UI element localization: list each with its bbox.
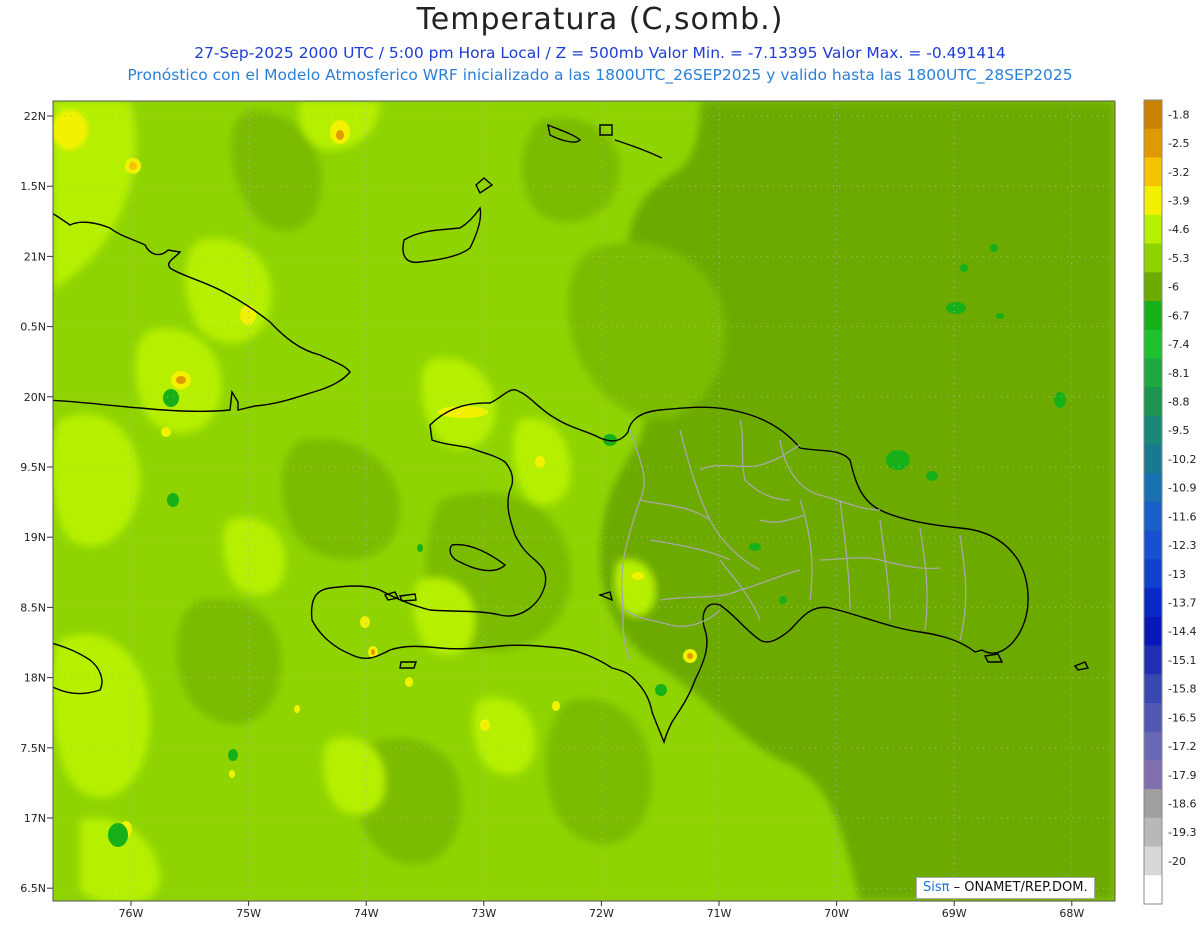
colorbar-label: -15.8 <box>1168 683 1196 696</box>
colorbar-label: -8.8 <box>1168 396 1189 409</box>
colorbar-label: -3.2 <box>1168 166 1189 179</box>
colorbar-label: -15.1 <box>1168 654 1196 667</box>
colorbar-swatch <box>1144 186 1162 216</box>
colorbar-label: -4.6 <box>1168 223 1189 236</box>
colorbar: -1.8 -2.5 -3.2 -3.9 -4.6 -5.3 -6 -6.7 -7.4 -8.1 -8… <box>1143 99 1196 905</box>
latitude-labels: 22N 1.5N 21N 0.5N 20N 9.5N 19N 8.5N 18N 7.5N 17N 6.… <box>20 110 53 895</box>
lat-label: 22N <box>24 110 46 123</box>
lon-label: 70W <box>824 907 849 920</box>
colorbar-label: -6 <box>1168 281 1179 294</box>
colorbar-label: -10.9 <box>1168 482 1196 495</box>
colorbar-swatch <box>1144 272 1162 302</box>
colorbar-label: -3.9 <box>1168 195 1189 208</box>
colorbar-swatch <box>1144 214 1162 245</box>
lon-label: 72W <box>589 907 614 920</box>
lon-label: 71W <box>707 907 732 920</box>
colorbar-label: -16.5 <box>1168 711 1196 724</box>
colorbar-swatch <box>1144 559 1162 589</box>
colorbar-label: -13.7 <box>1168 597 1196 610</box>
colorbar-swatch <box>1144 100 1162 130</box>
lon-label: 76W <box>119 907 144 920</box>
lon-label: 74W <box>354 907 379 920</box>
lat-label: 20N <box>24 391 46 404</box>
lat-label: 6.5N <box>20 882 46 895</box>
lon-label: 75W <box>236 907 261 920</box>
colorbar-label: -6.7 <box>1168 309 1189 322</box>
colorbar-label: -7.4 <box>1168 338 1189 351</box>
lat-label: 21N <box>24 250 46 263</box>
colorbar-label: -18.6 <box>1168 798 1196 811</box>
colorbar-swatch <box>1144 760 1162 790</box>
colorbar-label: -13 <box>1168 568 1186 581</box>
colorbar-swatch <box>1144 731 1162 761</box>
lon-label: 73W <box>471 907 496 920</box>
credit-badge: Sisπ – ONAMET/REP.DOM. <box>916 877 1095 899</box>
colorbar-swatch <box>1144 817 1162 848</box>
colorbar-label: -5.3 <box>1168 252 1189 265</box>
colorbar-swatch <box>1144 473 1162 503</box>
colorbar-swatch <box>1144 530 1162 560</box>
colorbar-label: -11.6 <box>1168 510 1196 523</box>
lat-label: 18N <box>24 672 46 685</box>
colorbar-swatch <box>1144 588 1162 618</box>
colorbar-swatch <box>1144 789 1162 819</box>
colorbar-label: -12.3 <box>1168 539 1196 552</box>
colorbar-label: -14.4 <box>1168 625 1196 638</box>
credit-text: – ONAMET/REP.DOM. <box>953 880 1088 895</box>
colorbar-swatch <box>1144 329 1162 359</box>
colorbar-swatch <box>1144 243 1162 273</box>
colorbar-label: -10.2 <box>1168 453 1196 466</box>
temperature-map: 22N 1.5N 21N 0.5N 20N 9.5N 19N 8.5N 18N 7.5N 17N 6.… <box>20 99 1196 920</box>
colorbar-label: -2.5 <box>1168 137 1189 150</box>
lon-label: 68W <box>1059 907 1084 920</box>
lat-label: 0.5N <box>20 321 46 334</box>
sispi-logo: Sisπ <box>923 880 950 895</box>
longitude-labels: 76W 75W 74W 73W 72W 71W 70W 69W 68W <box>119 901 1084 920</box>
colorbar-swatch <box>1144 846 1162 876</box>
lon-label: 69W <box>942 907 967 920</box>
lat-label: 7.5N <box>20 742 46 755</box>
temperature-field <box>53 101 1115 901</box>
colorbar-swatch <box>1144 616 1162 647</box>
lat-label: 19N <box>24 531 46 544</box>
colorbar-swatch <box>1144 415 1162 446</box>
lat-label: 1.5N <box>20 180 46 193</box>
lat-label: 8.5N <box>20 601 46 614</box>
colorbar-swatch <box>1144 387 1162 417</box>
colorbar-label: -20 <box>1168 855 1186 868</box>
colorbar-swatch <box>1144 703 1162 733</box>
colorbar-swatch <box>1144 502 1162 532</box>
colorbar-label: -17.9 <box>1168 769 1196 782</box>
lat-label: 17N <box>24 812 46 825</box>
colorbar-label: -8.1 <box>1168 367 1189 380</box>
colorbar-label: -9.5 <box>1168 424 1189 437</box>
colorbar-label: -19.3 <box>1168 826 1196 839</box>
colorbar-swatch <box>1144 157 1162 187</box>
colorbar-label: -1.8 <box>1168 108 1189 121</box>
colorbar-swatch <box>1144 358 1162 388</box>
colorbar-swatch <box>1144 674 1162 704</box>
colorbar-swatch <box>1144 128 1162 158</box>
lat-label: 9.5N <box>20 461 46 474</box>
colorbar-swatch <box>1144 301 1162 331</box>
colorbar-swatch <box>1144 875 1162 905</box>
colorbar-label: -17.2 <box>1168 740 1196 753</box>
colorbar-swatch <box>1144 645 1162 675</box>
colorbar-swatch <box>1144 444 1162 474</box>
